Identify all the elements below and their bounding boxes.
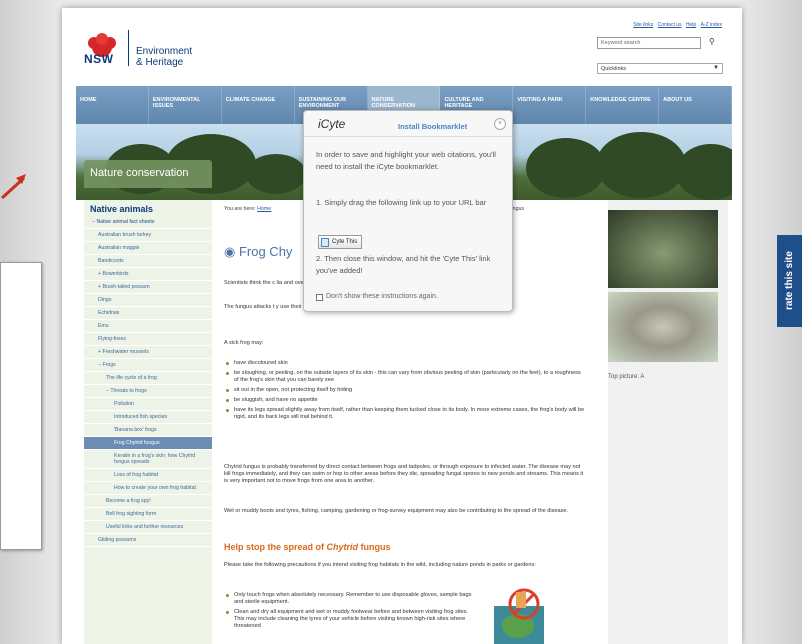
dont-show-checkbox[interactable]: Don't show these instructions again.: [316, 291, 438, 303]
popup-intro: In order to save and highlight your web …: [316, 150, 496, 171]
list-item: Only touch frogs when absolutely necessa…: [224, 592, 474, 606]
sidebar-item-threats[interactable]: − Threats to frogs: [84, 385, 212, 398]
top-link-az-index[interactable]: A-Z index: [701, 22, 722, 28]
paragraph-5: Wet or muddy boots and tyres, fishing, c…: [224, 508, 569, 514]
cyte-this-label: Cyte This: [332, 239, 358, 245]
sidebar-item-keratin[interactable]: Keratin in a frog's skin: how Chytrid fu…: [84, 450, 212, 469]
sidebar-item-sighting-form[interactable]: Bell frog sighting form: [84, 508, 212, 521]
checkbox-label: Don't show these instructions again.: [326, 293, 438, 300]
sidebar-item-mussels[interactable]: + Freshwater mussels: [84, 346, 212, 359]
desktop-background: NSW Environment & Heritage Site links Co…: [0, 0, 802, 644]
logo-env-line2: & Heritage: [136, 57, 184, 68]
nav-home[interactable]: HOME: [76, 86, 149, 124]
nav-visiting-park[interactable]: VISITING A PARK: [513, 86, 587, 124]
logo-department-name: Environment & Heritage: [136, 46, 192, 68]
paragraph-6: Please take the following precautions if…: [224, 562, 536, 568]
webpage: NSW Environment & Heritage Site links Co…: [62, 8, 742, 644]
left-callout-box: [0, 262, 42, 550]
page-title-text: Frog Chy: [238, 244, 293, 259]
quicklinks-select[interactable]: Quicklinks ▼: [597, 63, 723, 74]
popup-step-1: 1. Simply drag the following link up to …: [316, 198, 487, 207]
paragraph-4: Chytrid fungus is probably transferred b…: [224, 464, 584, 484]
popup-step-2: 2. Then close this window, and hit the '…: [316, 254, 491, 275]
heading-part-3: fungus: [358, 542, 391, 552]
heading-part-1: Help stop the spread of: [224, 542, 327, 552]
cyte-this-button[interactable]: Cyte This: [318, 235, 363, 249]
list-item: sit out in the open, not protecting itse…: [224, 387, 586, 394]
list-item: be sluggish, and have no appetite: [224, 397, 586, 404]
sidebar-item-gliding-possums[interactable]: Gliding possums: [84, 534, 212, 547]
sidebar-item-chytrid[interactable]: Frog Chytrid fungus: [84, 437, 212, 450]
list-item: have discoloured skin: [224, 360, 586, 367]
icyte-logo: iCyte: [318, 117, 346, 131]
sidebar-item-dingo[interactable]: Dingo: [84, 294, 212, 307]
breadcrumb-home[interactable]: Home: [257, 206, 271, 212]
top-link-site-links[interactable]: Site links: [633, 22, 653, 28]
install-bookmarklet-link[interactable]: Install Bookmarklet: [398, 121, 467, 133]
nav-climate-change[interactable]: CLIMATE CHANGE: [222, 86, 295, 124]
sidebar-item-echidnas[interactable]: Echidnas: [84, 307, 212, 320]
sidebar-item-life-cycle[interactable]: The life cycle of a frog: [84, 372, 212, 385]
sidebar-item-emu[interactable]: Emu: [84, 320, 212, 333]
sidebar-item-fact-sheets[interactable]: − Native animal fact sheets: [84, 216, 212, 229]
sidebar-item-pollution[interactable]: Pollution: [84, 398, 212, 411]
sidebar-item-flying-foxes[interactable]: Flying-foxes: [84, 333, 212, 346]
sidebar-item-habitat-loss[interactable]: Loss of frog habitat: [84, 469, 212, 482]
close-icon[interactable]: ×: [494, 118, 506, 130]
top-links: Site links Contact us Help A-Z index: [630, 22, 722, 28]
sidebar-item-useful-links[interactable]: Useful links and further resources: [84, 521, 212, 534]
breadcrumb-prefix: You are here:: [224, 206, 256, 212]
photo-caption: Top picture: A: [608, 374, 645, 380]
nav-about-us[interactable]: ABOUT US: [659, 86, 733, 124]
top-link-contact[interactable]: Contact us: [658, 22, 682, 28]
sidebar-item-bandicoots[interactable]: Bandicoots: [84, 255, 212, 268]
popup-header: iCyte Install Bookmarklet ×: [304, 111, 512, 137]
list-item: have its legs spread slightly away from …: [224, 407, 586, 421]
top-link-help[interactable]: Help: [686, 22, 696, 28]
chevron-down-icon: ▼: [713, 65, 719, 71]
logo-divider: [128, 30, 129, 66]
sidebar-item-create-habitat[interactable]: How to create your own frog habitat: [84, 482, 212, 495]
frog-photo-top: [608, 210, 718, 288]
logo-nsw-text: NSW: [84, 52, 114, 66]
right-column: Top picture: A: [608, 200, 728, 644]
nav-environmental-issues[interactable]: ENVIRONMENTAL ISSUES: [149, 86, 222, 124]
logo-env-line1: Environment: [136, 46, 193, 57]
icyte-popup: iCyte Install Bookmarklet × In order to …: [303, 110, 513, 312]
rate-this-site-tab[interactable]: rate this site: [777, 235, 802, 327]
sidebar-title[interactable]: Native animals: [84, 200, 212, 216]
no-frog-touching-icon: [494, 588, 544, 644]
list-item: Clean and dry all equipment and wet or m…: [224, 609, 474, 630]
frog-photo-bottom: [608, 292, 718, 362]
title-icon: ◉: [224, 244, 239, 259]
sidebar-item-introduced-fish[interactable]: Introduced fish species: [84, 411, 212, 424]
heading-part-2: Chytrid: [326, 542, 359, 552]
paragraph-3: A sick frog may:: [224, 340, 264, 346]
sidebar-item-magpie[interactable]: Australian magpie: [84, 242, 212, 255]
sidebar-item-brush-turkey[interactable]: Australian brush turkey: [84, 229, 212, 242]
sidebar-item-banana-box[interactable]: 'Banana box' frogs: [84, 424, 212, 437]
nav-knowledge-centre[interactable]: KNOWLEDGE CENTRE: [586, 86, 660, 124]
symptom-list: have discoloured skin be sloughing, or p…: [224, 360, 586, 424]
list-item: be sloughing, or peeling, on the outside…: [224, 370, 586, 384]
section-banner-label: Nature conservation: [84, 160, 212, 188]
checkbox-box[interactable]: [316, 293, 323, 301]
search-icon[interactable]: ⚲: [709, 37, 715, 46]
page-title: ◉ Frog Chy: [224, 245, 292, 258]
cyte-page-icon: [321, 237, 329, 247]
section-heading: Help stop the spread of Chytrid fungus: [224, 542, 391, 552]
red-arrow-icon: [0, 174, 26, 200]
quicklinks-value: Quicklinks: [601, 66, 627, 72]
sidebar-item-bowerbirds[interactable]: + Bowerbirds: [84, 268, 212, 281]
sidebar-item-frog-spy[interactable]: Become a frog spy!: [84, 495, 212, 508]
sidebar-item-possum[interactable]: + Brush-tailed possum: [84, 281, 212, 294]
search-input[interactable]: Keyword search: [597, 37, 701, 49]
sidebar-item-frogs[interactable]: − Frogs: [84, 359, 212, 372]
sidebar: Native animals − Native animal fact shee…: [84, 200, 212, 644]
precaution-list: Only touch frogs when absolutely necessa…: [224, 592, 474, 633]
